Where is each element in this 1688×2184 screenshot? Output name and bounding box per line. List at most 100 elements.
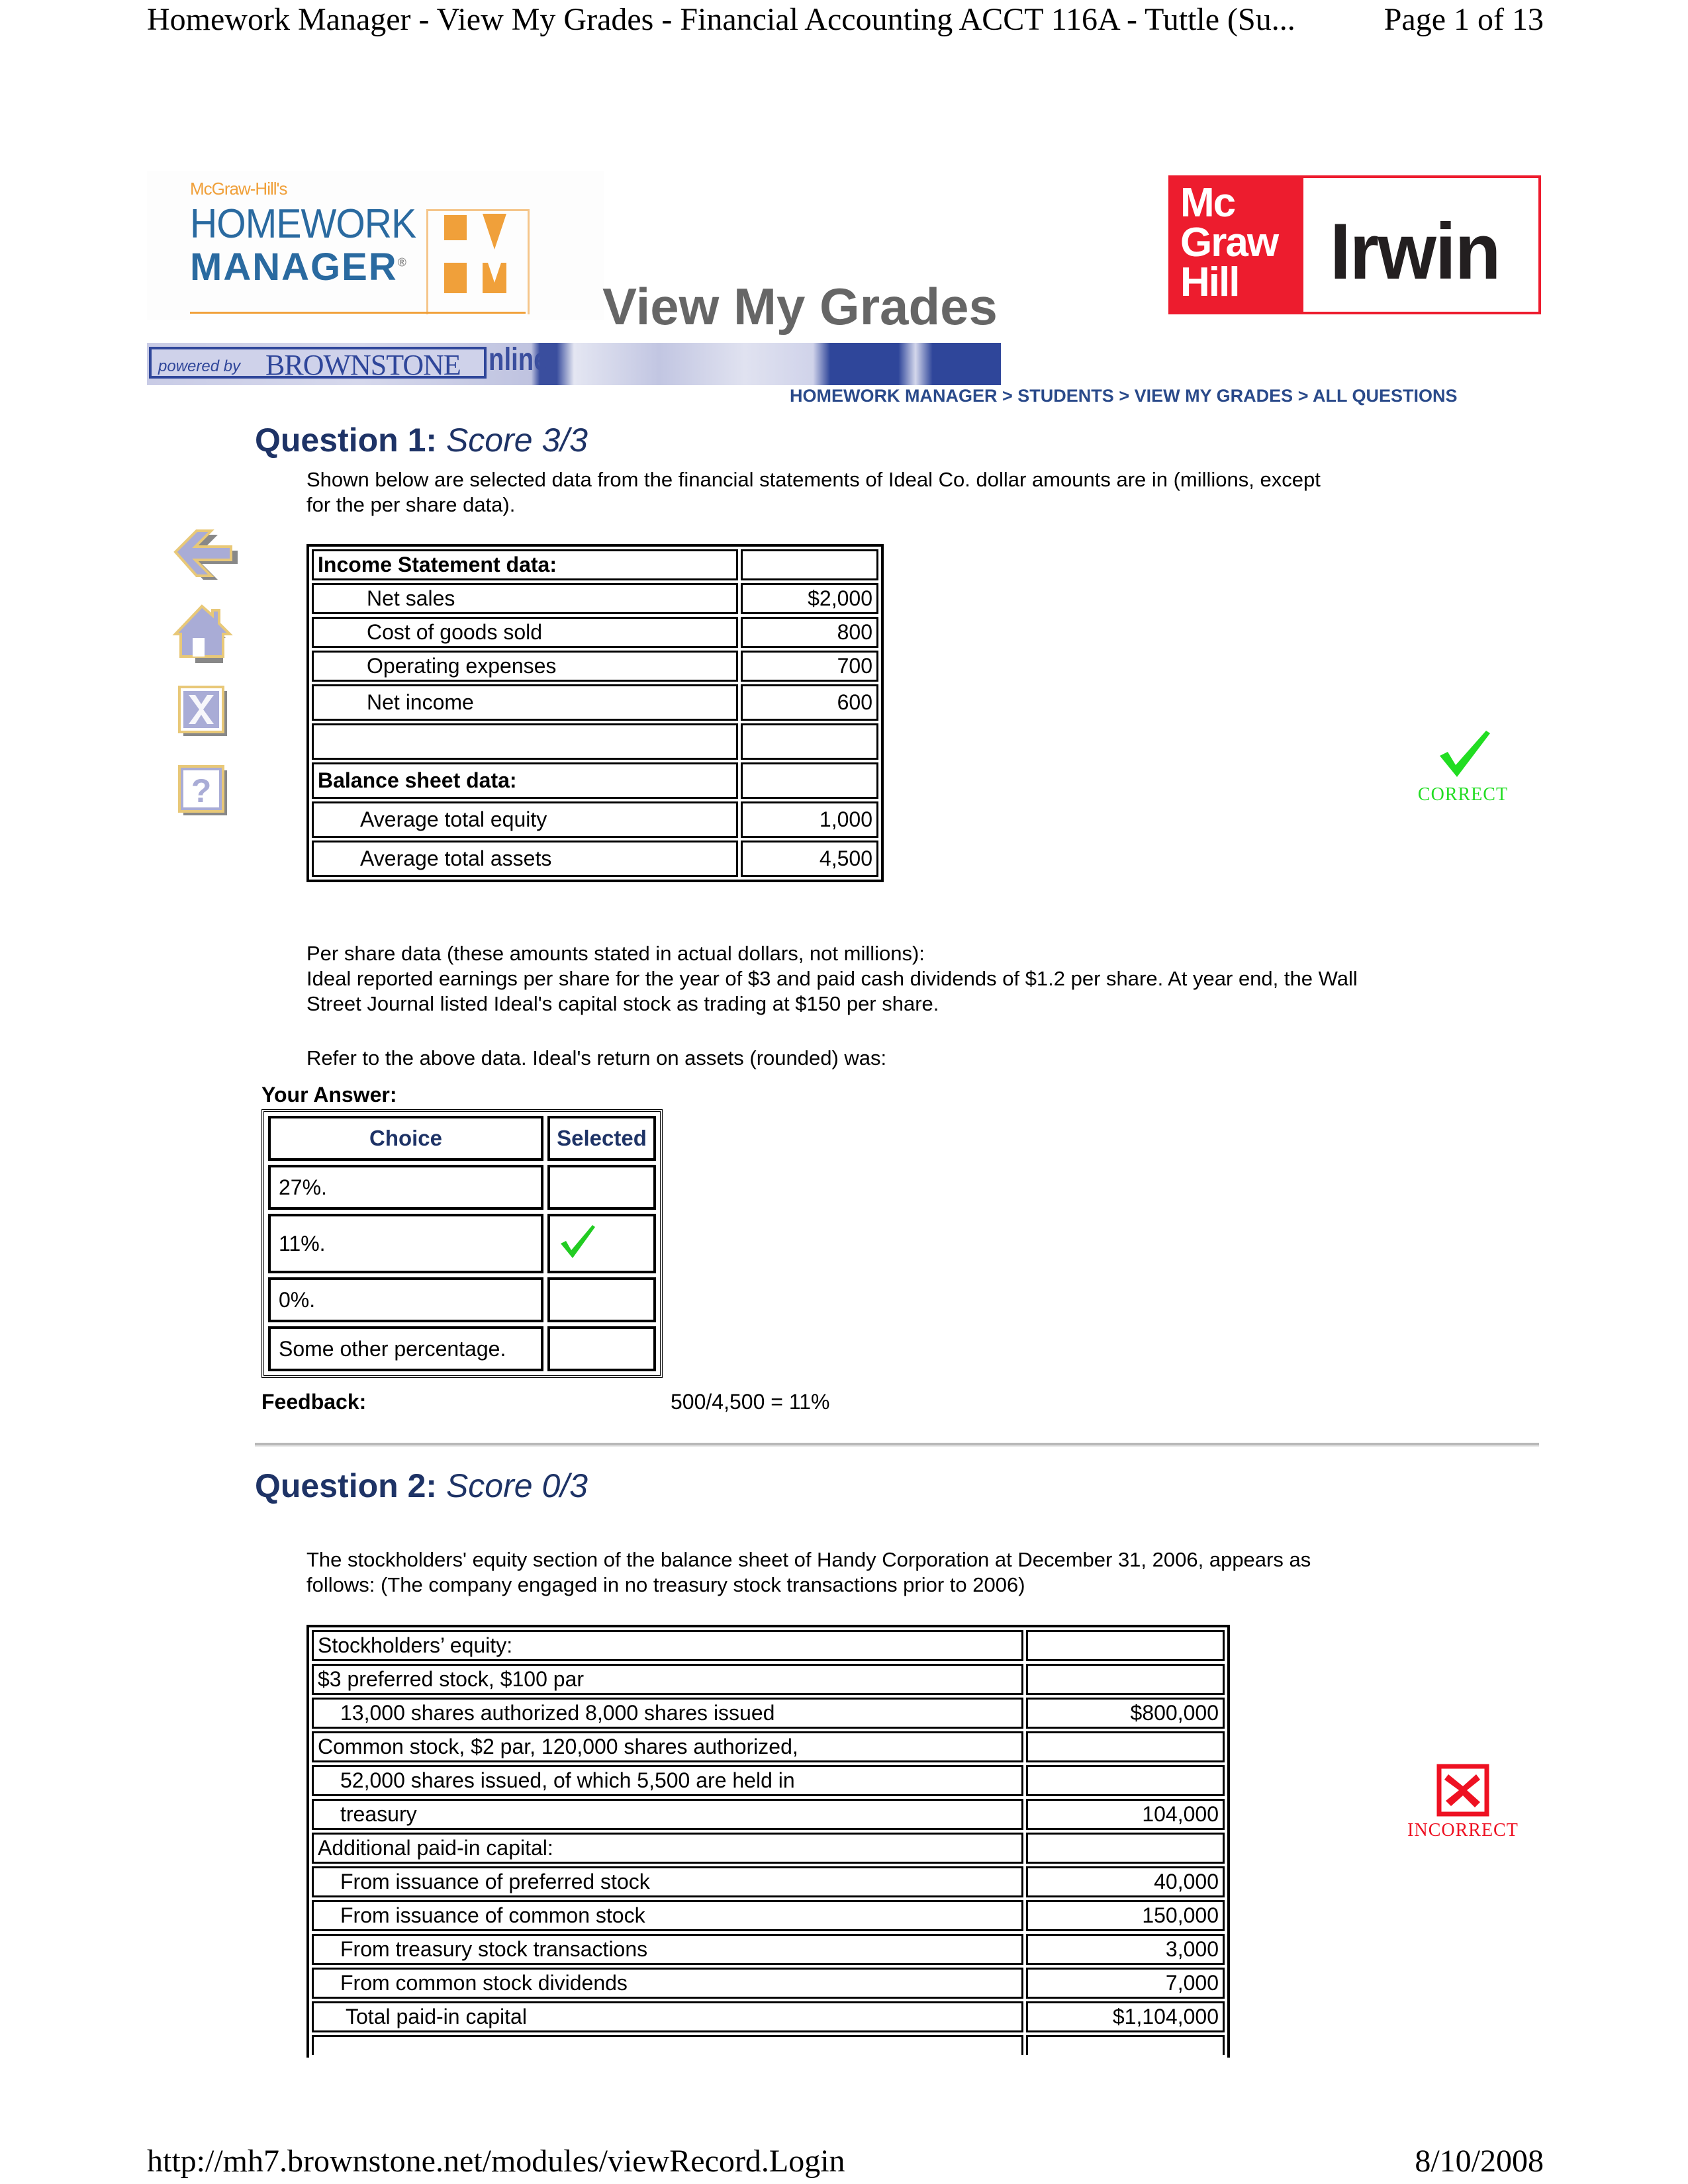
powered-by-badge[interactable]: powered by BROWNSTONE [149, 347, 487, 381]
online-fragment: nline [489, 343, 548, 377]
table-row [312, 2035, 1225, 2055]
row-label: 13,000 shares authorized 8,000 shares is… [312, 1698, 1023, 1729]
table-row: Operating expenses 700 [312, 651, 878, 682]
svg-text:?: ? [191, 772, 212, 809]
print-page-number: Page 1 of 13 [1383, 2, 1544, 37]
row-value [1026, 1765, 1225, 1796]
row-label: From issuance of common stock [312, 1900, 1023, 1931]
table-row: 13,000 shares authorized 8,000 shares is… [312, 1698, 1225, 1729]
selected-header: Selected [547, 1116, 656, 1161]
question-divider [255, 1443, 1539, 1447]
table-row: treasury 104,000 [312, 1799, 1225, 1830]
home-icon [172, 604, 233, 663]
question-number: Question 2: [255, 1467, 438, 1504]
table-row: Net income 600 [312, 684, 878, 721]
print-header-title: Homework Manager - View My Grades - Fina… [147, 2, 1295, 37]
choice-text: 27%. [268, 1165, 543, 1210]
row-value: 3,000 [1026, 1934, 1225, 1965]
print-header: Homework Manager - View My Grades - Fina… [147, 1, 1544, 38]
row-value [741, 723, 878, 760]
selected-check-icon [561, 1225, 595, 1258]
row-label: Balance sheet data: [312, 762, 738, 799]
brownstone-banner: powered by BROWNSTONE nline [147, 343, 1001, 385]
row-label: Income Statement data: [312, 549, 738, 580]
table-row: Stockholders’ equity: [312, 1630, 1225, 1661]
row-value: 7,000 [1026, 1968, 1225, 1999]
answer-choices-table: Choice Selected 27%. 11%. 0%. Some other pe… [261, 1109, 663, 1378]
table-row: 52,000 shares issued, of which 5,500 are… [312, 1765, 1225, 1796]
per-share-text: Ideal reported earnings per share for th… [306, 967, 1358, 1015]
choice-row: 11%. [268, 1214, 656, 1273]
table-row: From treasury stock transactions 3,000 [312, 1934, 1225, 1965]
row-label: Average total equity [312, 801, 738, 838]
breadcrumb-view-my-grades[interactable]: VIEW MY GRADES [1135, 386, 1293, 406]
row-value: 150,000 [1026, 1900, 1225, 1931]
correct-check-icon [1440, 731, 1490, 777]
logo-underline [190, 312, 526, 314]
row-value [1026, 1630, 1225, 1661]
table-row: Cost of goods sold 800 [312, 617, 878, 648]
breadcrumb-all-questions[interactable]: ALL QUESTIONS [1313, 386, 1458, 406]
table-row [312, 723, 878, 760]
selected-cell [547, 1326, 656, 1371]
row-label: Operating expenses [312, 651, 738, 682]
result-label: CORRECT [1417, 784, 1509, 805]
row-value: 40,000 [1026, 1866, 1225, 1897]
row-value [1026, 1833, 1225, 1864]
logo-line2: MANAGER® [190, 245, 408, 289]
print-footer: http://mh7.brownstone.net/modules/viewRe… [147, 2143, 1544, 2179]
powered-by-label: powered by [158, 357, 241, 375]
homework-manager-logo[interactable]: McGraw-Hill's HOMEWORK MANAGER® [147, 171, 604, 320]
logo-prefix: McGraw-Hill's [190, 179, 288, 199]
mcgraw-hill-mark: Mc Graw Hill [1171, 178, 1303, 312]
row-value: 4,500 [741, 841, 878, 877]
logo-line1: HOMEWORK [190, 201, 416, 247]
hm-logo-mark-icon [426, 209, 530, 314]
help-button[interactable]: ? [169, 761, 242, 827]
home-button[interactable] [169, 602, 242, 668]
question-number: Question 1: [255, 422, 438, 459]
row-value: 600 [741, 684, 878, 721]
breadcrumb-homework-manager[interactable]: HOMEWORK MANAGER [790, 386, 997, 406]
question-1-intro: Shown below are selected data from the f… [306, 468, 1321, 516]
stockholders-equity-table: Stockholders’ equity: $3 preferred stock,… [306, 1625, 1230, 2058]
row-label: Net income [312, 684, 738, 721]
registered-mark: ® [397, 255, 408, 269]
row-value: 1,000 [741, 801, 878, 838]
mcgraw-hill-irwin-logo[interactable]: Mc Graw Hill Irwin [1168, 175, 1541, 314]
row-label [312, 723, 738, 760]
powered-by-brand: BROWNSTONE [265, 349, 461, 381]
question-1-heading: Question 1: Score 3/3 [255, 421, 588, 459]
question-score: Score 3/3 [445, 422, 588, 459]
breadcrumb-students[interactable]: STUDENTS [1017, 386, 1114, 406]
question-2-intro: The stockholders' equity section of the … [306, 1548, 1311, 1596]
table-row: Average total equity 1,000 [312, 801, 878, 838]
table-row: Average total assets 4,500 [312, 841, 878, 877]
breadcrumb-separator: > [1119, 386, 1130, 406]
row-label: Stockholders’ equity: [312, 1630, 1023, 1661]
feedback-text: 500/4,500 = 11% [671, 1390, 830, 1414]
row-value: 800 [741, 617, 878, 648]
per-share-heading: Per share data (these amounts stated in … [306, 942, 925, 965]
row-value [1026, 1664, 1225, 1695]
logo-line2-text: MANAGER [190, 246, 398, 289]
row-label: From issuance of preferred stock [312, 1866, 1023, 1897]
table-row: Income Statement data: [312, 549, 878, 580]
table-row: From common stock dividends 7,000 [312, 1968, 1225, 1999]
row-value: 104,000 [1026, 1799, 1225, 1830]
row-label: Additional paid-in capital: [312, 1833, 1023, 1864]
choice-header: Choice [268, 1116, 543, 1161]
selected-cell [547, 1165, 656, 1210]
close-button[interactable] [169, 682, 242, 748]
selected-cell [547, 1277, 656, 1322]
income-statement-table: Income Statement data: Net sales $2,000 Cos… [306, 544, 884, 882]
back-button[interactable] [169, 523, 242, 589]
choice-text: 0%. [268, 1277, 543, 1322]
question-2-result: INCORRECT [1397, 1764, 1529, 1841]
row-label: Cost of goods sold [312, 617, 738, 648]
question-score: Score 0/3 [445, 1467, 588, 1504]
row-value [1026, 2035, 1225, 2055]
row-value [741, 549, 878, 580]
choice-row: Some other percentage. [268, 1326, 656, 1371]
table-row: Additional paid-in capital: [312, 1833, 1225, 1864]
